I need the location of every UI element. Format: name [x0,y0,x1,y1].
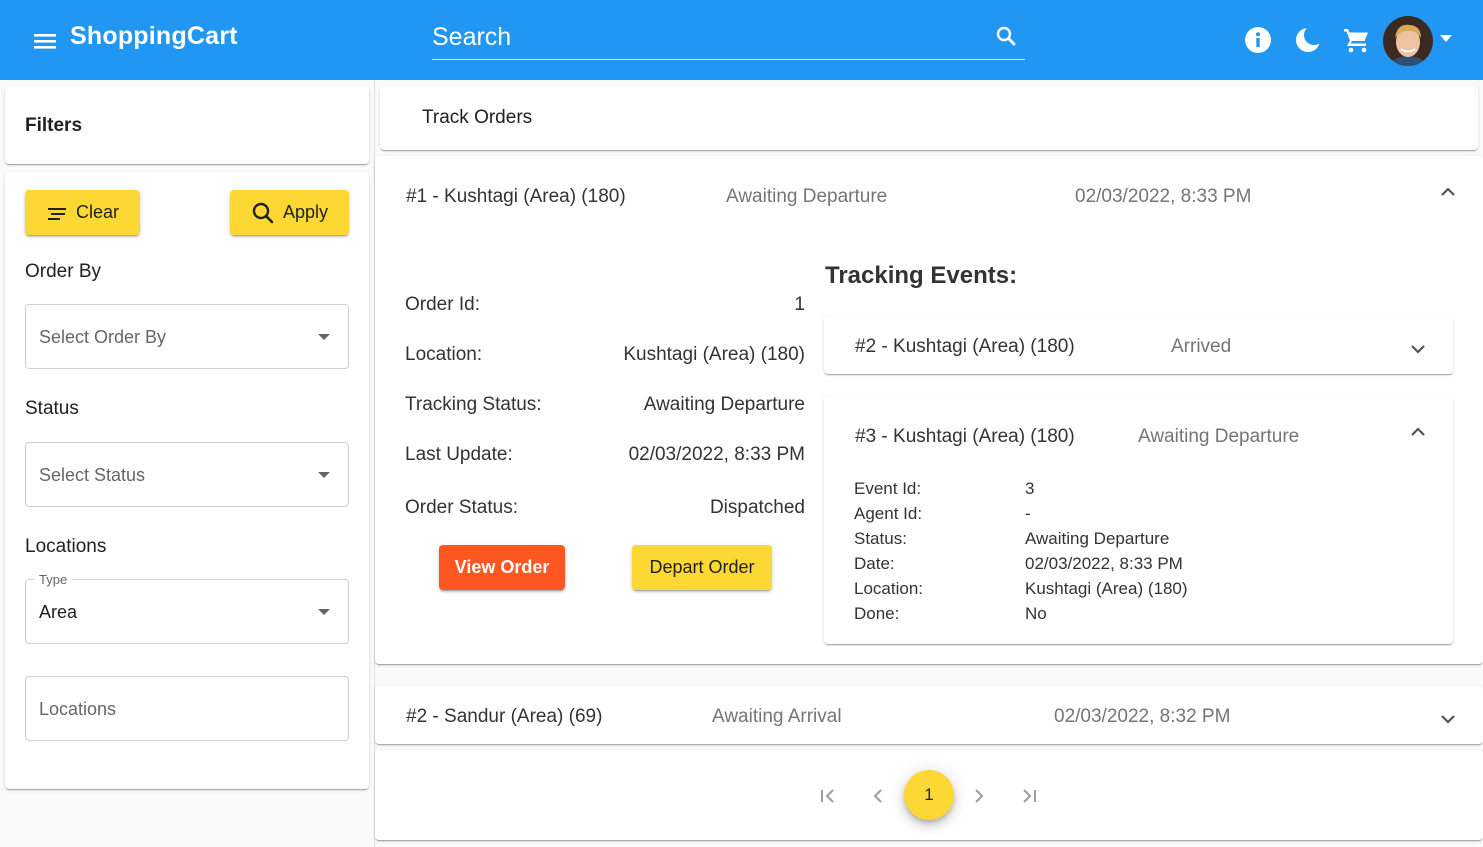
chevron-down-icon[interactable] [1406,337,1430,361]
chevron-down-icon[interactable] [1436,707,1460,731]
order-status-value: Dispatched [709,497,805,518]
filters-title: Filters [25,115,83,136]
search-icon[interactable] [995,25,1017,47]
search-input[interactable] [432,20,982,54]
tracking-status-label: Tracking Status: [405,394,542,415]
chevron-up-icon[interactable] [1406,420,1430,444]
tracking-event-2: #2 - Kushtagi (Area) (180) Arrived [824,316,1453,374]
order-id-label: Order Id: [405,294,480,315]
tracking-status-value: Awaiting Departure [643,394,805,415]
apply-button-label: Apply [282,202,329,222]
clear-button-label: Clear [75,202,119,222]
last-update-label: Last Update: [405,444,513,465]
location-value: Kushtagi (Area) (180) [623,344,805,365]
event-status: Awaiting Departure [1138,426,1300,447]
status-value: Select Status [39,465,146,485]
clear-button[interactable]: Clear [25,190,140,235]
location-type-legend: Type [34,572,73,587]
dropdown-arrow-icon [318,334,330,340]
event-status-value: Awaiting Departure [1025,529,1170,548]
next-page-icon[interactable] [967,784,991,808]
app-brand[interactable]: ShoppingCart [70,22,238,51]
tracking-events-title: Tracking Events: [825,262,1018,289]
clear-filter-icon [47,207,66,220]
order-status-label: Order Status: [405,497,518,518]
event-status: Arrived [1171,336,1232,357]
event-id-label: Event Id: [854,479,922,498]
filters-header: Filters [5,86,369,164]
event-status-label: Status: [854,529,907,548]
chevron-down-icon[interactable] [1440,35,1452,42]
event-done-label: Done: [854,604,900,623]
order-header[interactable]: #1 - Kushtagi (Area) (180) [406,186,626,208]
locations-placeholder: Locations [39,699,117,719]
previous-page-icon[interactable] [866,784,890,808]
search-icon [252,202,274,223]
event-id-value: 3 [1025,479,1035,498]
view-order-button[interactable]: View Order [439,545,565,590]
page-1-button[interactable]: 1 [904,770,954,820]
pagination: 1 [375,750,1483,840]
search-bar [432,18,1025,60]
event-location-value: Kushtagi (Area) (180) [1025,579,1188,598]
event-done-value: No [1025,604,1047,623]
event-header[interactable]: #3 - Kushtagi (Area) (180) [855,426,1075,448]
cart-icon[interactable] [1343,26,1371,54]
first-page-icon[interactable] [816,784,840,808]
filters-panel: Clear Apply Order By Select Order By Sta… [5,172,369,789]
location-type-select[interactable]: Type Area [25,572,349,644]
order-status: Awaiting Arrival [712,706,842,727]
event-date-label: Date: [854,554,895,573]
menu-icon[interactable] [30,26,60,56]
order-datetime: 02/03/2022, 8:33 PM [1075,186,1252,207]
track-orders-header: Track Orders [380,86,1478,150]
location-type-value: Area [39,602,78,622]
dark-mode-icon[interactable] [1294,25,1324,54]
order-panel-1: #1 - Kushtagi (Area) (180) Awaiting Depa… [375,156,1483,664]
dropdown-arrow-icon [318,609,330,615]
locations-label: Locations [25,536,107,557]
order-header[interactable]: #2 - Sandur (Area) (69) [406,706,602,728]
event-location-label: Location: [854,579,923,598]
tracking-event-3: #3 - Kushtagi (Area) (180) Awaiting Depa… [824,396,1453,644]
order-id-value: 1 [794,294,805,315]
status-label: Status [25,398,79,419]
event-date-value: 02/03/2022, 8:33 PM [1025,554,1183,573]
locations-input[interactable]: Locations [25,676,349,741]
location-label: Location: [405,344,483,365]
order-by-label: Order By [25,261,102,282]
event-header[interactable]: #2 - Kushtagi (Area) (180) [855,336,1075,358]
page-title: Track Orders [422,107,533,128]
info-icon[interactable] [1244,26,1272,54]
avatar[interactable] [1383,16,1433,66]
order-datetime: 02/03/2022, 8:32 PM [1054,706,1231,727]
chevron-up-icon[interactable] [1436,180,1460,204]
dropdown-arrow-icon [318,472,330,478]
depart-order-button[interactable]: Depart Order [632,545,772,590]
order-by-select[interactable]: Select Order By [25,304,349,369]
apply-button[interactable]: Apply [230,190,349,235]
app-bar: ShoppingCart [0,0,1483,80]
last-update-value: 02/03/2022, 8:33 PM [628,444,805,465]
order-status: Awaiting Departure [726,186,888,207]
order-by-value: Select Order By [39,327,167,347]
order-panel-2[interactable]: #2 - Sandur (Area) (69) Awaiting Arrival… [375,686,1483,744]
status-select[interactable]: Select Status [25,442,349,507]
agent-id-label: Agent Id: [854,504,923,523]
agent-id-value: - [1025,504,1031,523]
last-page-icon[interactable] [1017,784,1041,808]
